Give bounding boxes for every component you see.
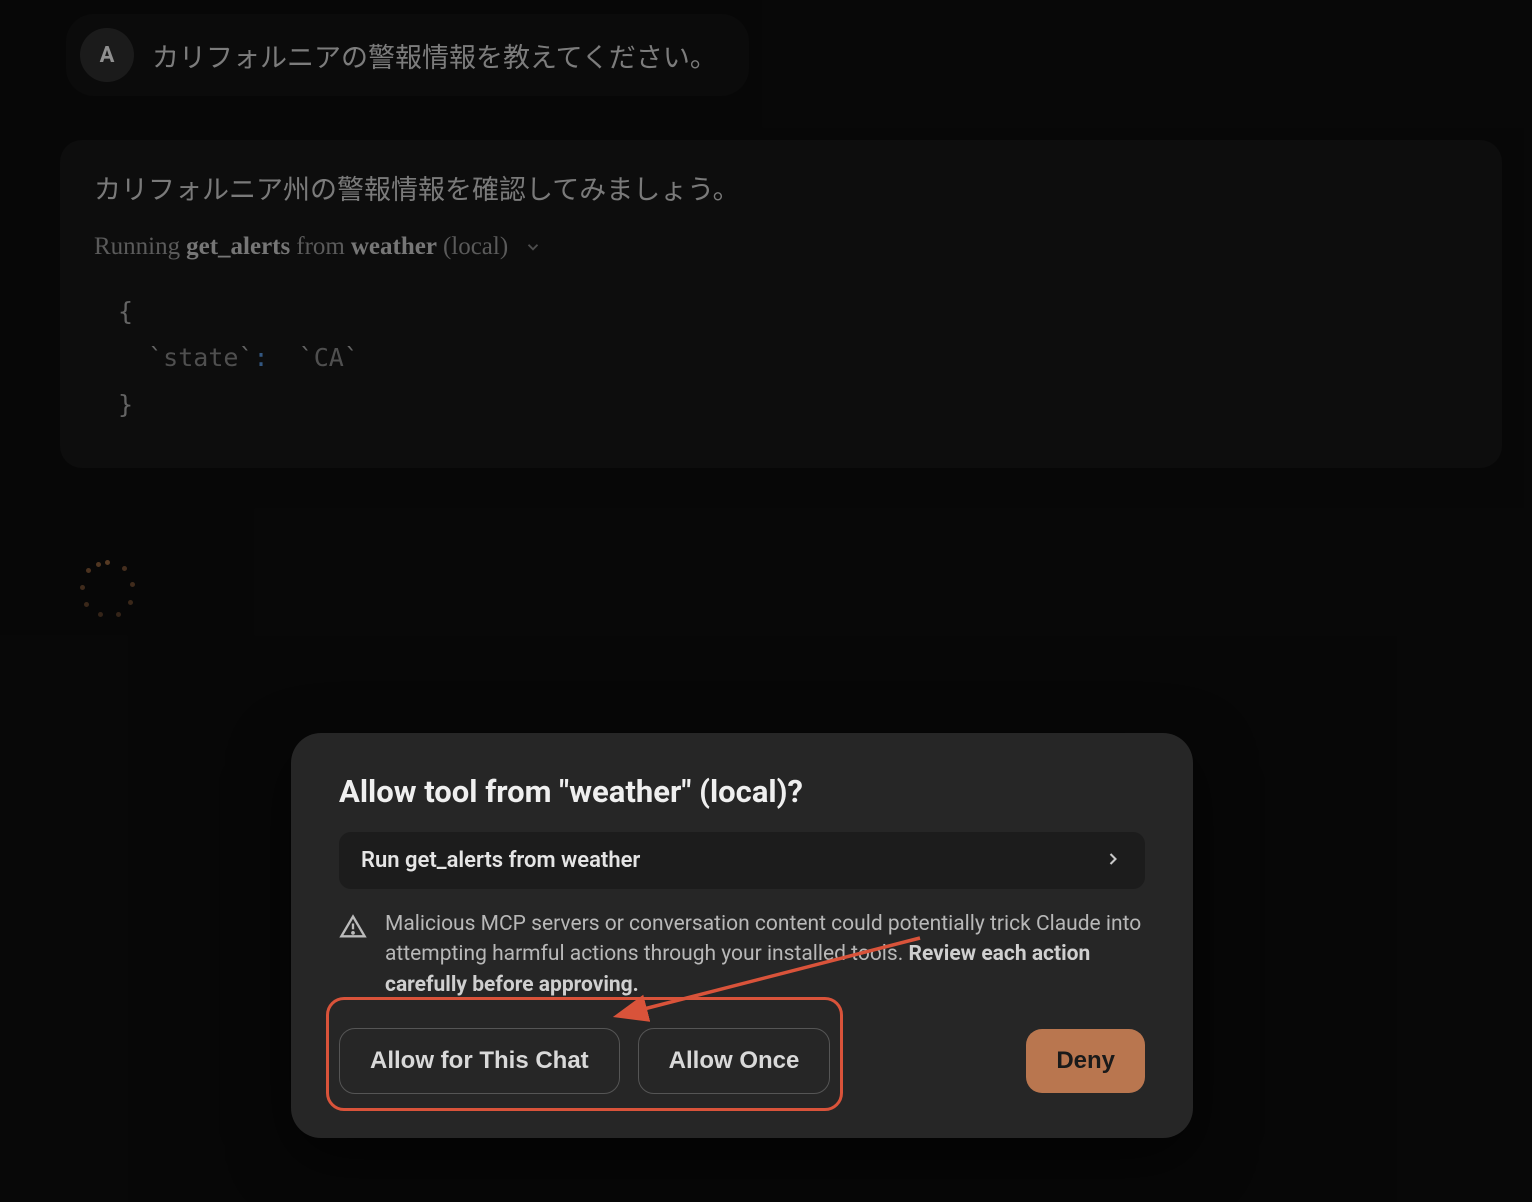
tool-status-mid: from (296, 233, 345, 261)
tool-status-suffix: (local) (443, 233, 508, 261)
tool-status-prefix: Running (94, 233, 180, 261)
loading-spinner-icon (78, 560, 136, 618)
tool-detail-text: Run get_alerts from weather (361, 848, 640, 873)
user-message-row: A カリフォルニアの警報情報を教えてください。 (66, 14, 749, 96)
tool-arguments-code: { `state`: `CA` } (94, 289, 1468, 428)
dialog-button-row: Allow for This Chat Allow Once Deny (339, 1028, 1145, 1094)
warning-triangle-icon (339, 913, 367, 1000)
dialog-title: Allow tool from "weather" (local)? (339, 773, 1145, 810)
chevron-right-icon (1103, 849, 1123, 873)
avatar-letter: A (100, 43, 115, 68)
user-avatar: A (80, 28, 134, 82)
code-key: state (163, 343, 238, 372)
assistant-intro-text: カリフォルニア州の警報情報を確認してみましょう。 (94, 168, 1468, 207)
warning-row: Malicious MCP servers or conversation co… (339, 909, 1145, 1000)
tool-detail-row[interactable]: Run get_alerts from weather (339, 832, 1145, 889)
user-message-text: カリフォルニアの警報情報を教えてください。 (152, 36, 717, 75)
tool-status-server: weather (351, 233, 437, 261)
chevron-down-icon[interactable] (524, 238, 542, 256)
tool-permission-dialog: Allow tool from "weather" (local)? Run g… (291, 733, 1193, 1138)
code-brace-open: { (118, 297, 133, 326)
allow-once-button[interactable]: Allow Once (638, 1028, 831, 1094)
code-brace-close: } (118, 390, 133, 419)
warning-text: Malicious MCP servers or conversation co… (385, 909, 1145, 1000)
code-value: CA (314, 343, 344, 372)
deny-button[interactable]: Deny (1026, 1029, 1145, 1093)
allow-for-chat-button[interactable]: Allow for This Chat (339, 1028, 620, 1094)
assistant-panel: カリフォルニア州の警報情報を確認してみましょう。 Running get_ale… (60, 140, 1502, 468)
tool-call-status[interactable]: Running get_alerts from weather (local) (94, 233, 1468, 261)
tool-status-toolname: get_alerts (186, 233, 290, 261)
